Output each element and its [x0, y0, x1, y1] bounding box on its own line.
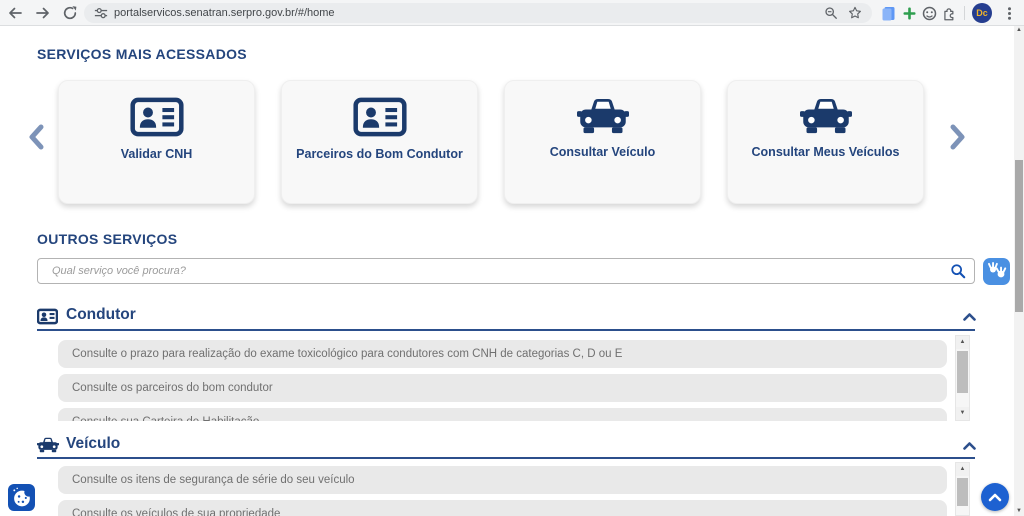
scroll-up-arrow[interactable]: ▲	[956, 336, 969, 349]
card-consultar-meus-veiculos[interactable]: Consultar Meus Veículos	[727, 80, 924, 204]
card-validar-cnh[interactable]: Validar CNH	[58, 80, 255, 204]
id-card-icon	[130, 96, 184, 138]
section-header-veiculo[interactable]: Veículo	[37, 434, 975, 458]
carousel-prev-button[interactable]	[27, 124, 47, 150]
search-icon[interactable]	[950, 263, 966, 279]
car-icon	[800, 96, 852, 136]
card-label: Parceiros do Bom Condutor	[296, 147, 463, 161]
forward-icon[interactable]	[36, 6, 50, 20]
profile-avatar[interactable]: Dc	[972, 3, 992, 23]
car-icon	[37, 437, 59, 453]
cookie-icon	[10, 486, 33, 509]
vlibras-accessibility-button[interactable]	[983, 258, 1010, 285]
site-settings-icon[interactable]	[94, 6, 108, 20]
other-services-title: OUTROS SERVIÇOS	[37, 231, 177, 247]
bookmark-star-icon[interactable]	[848, 6, 862, 20]
section-divider	[37, 457, 975, 459]
chevron-up-icon	[988, 493, 1002, 502]
card-label: Consultar Meus Veículos	[752, 145, 900, 159]
extension-add-icon[interactable]	[902, 6, 917, 21]
section-header-condutor[interactable]: Condutor	[37, 305, 975, 329]
id-card-icon	[37, 308, 58, 325]
scrollbar-thumb[interactable]	[1015, 160, 1023, 312]
extension-face-icon[interactable]	[922, 6, 937, 21]
most-accessed-title: SERVIÇOS MAIS ACESSADOS	[37, 46, 247, 62]
cookie-consent-button[interactable]	[8, 484, 35, 511]
toolbar-separator	[964, 6, 965, 20]
card-label: Validar CNH	[121, 147, 193, 161]
back-icon[interactable]	[8, 6, 22, 20]
scrollbar-thumb[interactable]	[957, 351, 968, 393]
section-divider	[37, 329, 975, 331]
scroll-down-arrow[interactable]: ▼	[956, 407, 969, 420]
list-item-label: Consulte o prazo para realização do exam…	[58, 340, 947, 368]
service-cards: Validar CNH Parceiros do Bom Condutor	[58, 80, 924, 204]
id-card-icon	[353, 96, 407, 138]
section-title: Condutor	[66, 306, 136, 324]
card-parceiros-bom-condutor[interactable]: Parceiros do Bom Condutor	[281, 80, 478, 204]
list-item-label: Consulte os veículos de sua propriedade	[58, 500, 947, 516]
carousel-next-button[interactable]	[947, 124, 967, 150]
car-icon	[577, 96, 629, 136]
extensions-puzzle-icon[interactable]	[942, 6, 957, 21]
list-scrollbar[interactable]: ▲	[955, 462, 970, 516]
list-item[interactable]: Consulte sua Carteira de Habilitação	[58, 408, 947, 421]
list-item[interactable]: Consulte os itens de segurança de série …	[58, 466, 947, 494]
browser-toolbar: portalservicos.senatran.serpro.gov.br/#/…	[0, 0, 1024, 26]
list-item[interactable]: Consulte o prazo para realização do exam…	[58, 340, 947, 368]
menu-dots-icon[interactable]	[1002, 6, 1017, 21]
list-item-label: Consulte os parceiros do bom condutor	[58, 374, 947, 402]
scroll-up-arrow[interactable]: ▲	[1014, 27, 1024, 33]
scroll-down-arrow[interactable]: ▼	[1014, 508, 1024, 514]
address-bar[interactable]: portalservicos.senatran.serpro.gov.br/#/…	[84, 3, 872, 23]
chevron-up-icon[interactable]	[963, 313, 976, 321]
section-title: Veículo	[66, 435, 120, 453]
list-item-label: Consulte sua Carteira de Habilitação	[58, 408, 947, 421]
list-item-label: Consulte os itens de segurança de série …	[58, 466, 947, 494]
card-label: Consultar Veículo	[550, 145, 656, 159]
scroll-up-arrow[interactable]: ▲	[956, 463, 969, 476]
card-consultar-veiculo[interactable]: Consultar Veículo	[504, 80, 701, 204]
url-text[interactable]: portalservicos.senatran.serpro.gov.br/#/…	[114, 3, 335, 23]
reload-icon[interactable]	[63, 6, 77, 20]
extension-page-icon[interactable]	[881, 6, 896, 21]
browser-window: portalservicos.senatran.serpro.gov.br/#/…	[0, 0, 1024, 516]
search-input[interactable]	[37, 258, 975, 284]
list-item[interactable]: Consulte os veículos de sua propriedade	[58, 500, 947, 516]
condutor-service-list: Consulte o prazo para realização do exam…	[37, 335, 975, 421]
list-item[interactable]: Consulte os parceiros do bom condutor	[58, 374, 947, 402]
scrollbar-thumb[interactable]	[957, 478, 968, 506]
vlibras-hands-icon	[985, 259, 1009, 283]
list-scrollbar[interactable]: ▲ ▼	[955, 335, 970, 421]
chevron-up-icon[interactable]	[963, 442, 976, 450]
veiculo-service-list: Consulte os itens de segurança de série …	[37, 462, 975, 516]
scroll-to-top-button[interactable]	[981, 483, 1009, 511]
page-scrollbar[interactable]: ▲ ▼	[1014, 26, 1024, 516]
zoom-icon[interactable]	[824, 6, 838, 20]
service-search	[37, 258, 975, 284]
